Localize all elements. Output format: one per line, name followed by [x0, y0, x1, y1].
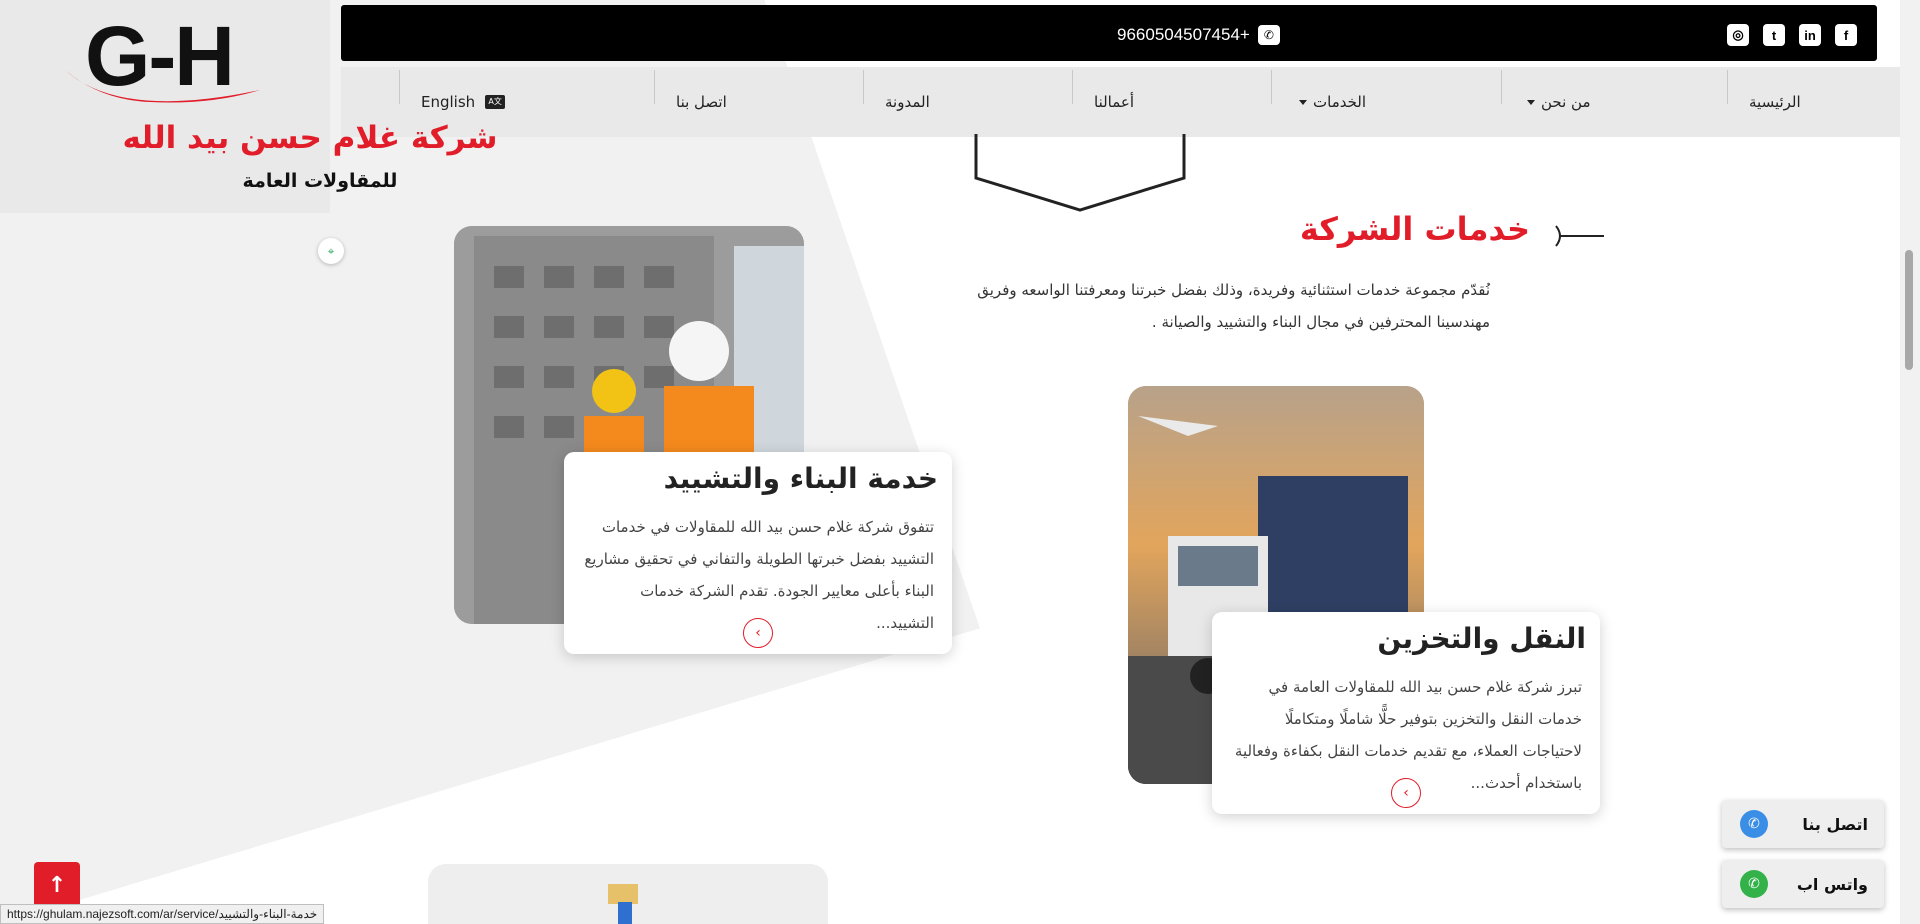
page: 9660504507454+ ✆ ◎ t in f English A文 اتص… — [0, 0, 1920, 924]
nav-services[interactable]: الخدمات — [1299, 67, 1366, 137]
phone-contact[interactable]: 9660504507454+ ✆ — [1117, 25, 1280, 45]
phone-number[interactable]: 9660504507454+ — [1117, 25, 1250, 45]
nav-language-label[interactable]: English — [421, 93, 475, 111]
nav-about[interactable]: من نحن — [1527, 67, 1591, 137]
chevron-right-icon[interactable]: › — [743, 618, 773, 648]
company-name: شركة غلام حسن بيد الله — [122, 120, 498, 156]
plaster-photo-illustration — [428, 864, 828, 924]
linkedin-icon[interactable]: in — [1799, 24, 1821, 46]
logo-swoosh — [65, 70, 260, 103]
chevron-down-icon — [1527, 99, 1535, 105]
nav-divider — [863, 70, 864, 104]
page-scrollbar[interactable] — [1900, 0, 1920, 924]
service-card-title[interactable]: خدمة البناء والتشييد — [564, 452, 952, 495]
status-bar-url: https://ghulam.najezsoft.com/ar/service/… — [0, 904, 325, 924]
nav-about-label[interactable]: من نحن — [1541, 93, 1591, 111]
nav-divider — [1501, 70, 1502, 104]
nav-divider — [1271, 70, 1272, 104]
company-subtitle: للمقاولات العامة — [242, 170, 398, 192]
title-line-decoration — [1555, 225, 1604, 247]
call-us-label[interactable]: اتصل بنا — [1802, 815, 1868, 834]
instagram-icon[interactable]: ◎ — [1727, 24, 1749, 46]
nav-home[interactable]: الرئيسية — [1749, 67, 1801, 137]
service-card-title[interactable]: النقل والتخزين — [1212, 612, 1600, 655]
whatsapp-label[interactable]: واتس اب — [1797, 875, 1868, 894]
hexagon-decoration — [974, 134, 1186, 212]
service-image-partial[interactable] — [428, 864, 828, 924]
service-card: النقل والتخزين تبرز شركة غلام حسن بيد ال… — [1212, 612, 1600, 814]
section-title: خدمات الشركة — [1299, 210, 1530, 248]
nav-divider — [1072, 70, 1073, 104]
scroll-to-top-button[interactable]: ↑ — [34, 862, 80, 908]
facebook-icon[interactable]: f — [1835, 24, 1857, 46]
main-navbar: English A文 اتصل بنا المدونة أعمالنا الخد… — [341, 67, 1901, 137]
nav-blog[interactable]: المدونة — [885, 67, 930, 137]
whatsapp-button[interactable]: واتس اب ✆ — [1722, 860, 1884, 908]
nav-divider — [1727, 70, 1728, 104]
scrollbar-thumb[interactable] — [1905, 250, 1913, 370]
call-us-button[interactable]: اتصل بنا ✆ — [1722, 800, 1884, 848]
section-description: نُقدّم مجموعة خدمات استثنائية وفريدة، وذ… — [977, 281, 1490, 331]
nav-services-label[interactable]: الخدمات — [1313, 93, 1366, 111]
chevron-down-icon — [1299, 99, 1307, 105]
whatsapp-icon: ✆ — [1740, 870, 1768, 898]
top-contact-bar: 9660504507454+ ✆ ◎ t in f — [341, 5, 1877, 61]
nav-divider — [399, 70, 400, 104]
nav-works[interactable]: أعمالنا — [1094, 67, 1134, 137]
social-links: ◎ t in f — [1727, 24, 1857, 46]
chevron-right-icon[interactable]: › — [1391, 778, 1421, 808]
screen-capture-icon[interactable]: ⌖ — [318, 238, 344, 264]
translate-icon: A文 — [485, 95, 506, 109]
whatsapp-icon: ✆ — [1257, 25, 1280, 45]
phone-icon: ✆ — [1740, 810, 1768, 838]
nav-divider — [654, 70, 655, 104]
service-card: خدمة البناء والتشييد تتفوق شركة غلام حسن… — [564, 452, 952, 654]
nav-contact[interactable]: اتصل بنا — [676, 67, 727, 137]
arrow-up-icon: ↑ — [47, 872, 67, 898]
twitter-icon[interactable]: t — [1763, 24, 1785, 46]
